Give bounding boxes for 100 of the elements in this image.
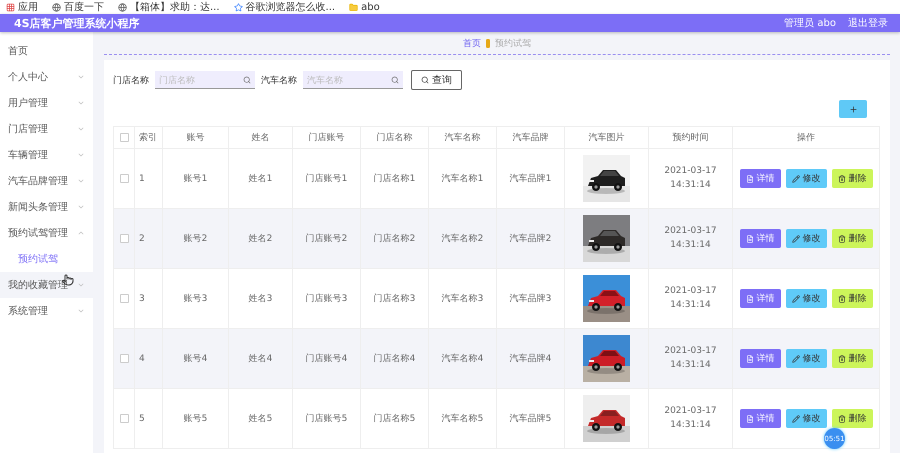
- search-icon: [391, 76, 399, 84]
- chevron-down-icon: [77, 151, 85, 159]
- column-header: 门店名称: [376, 133, 412, 143]
- table-cell: 汽车品牌5: [510, 414, 552, 424]
- table-cell: 门店账号5: [306, 414, 348, 424]
- bookmark[interactable]: abo: [349, 2, 380, 12]
- chevron-down-icon: [77, 99, 85, 107]
- column-header: 操作: [797, 133, 815, 143]
- table-cell: 姓名1: [248, 174, 272, 184]
- sidebar-item[interactable]: 个人中心: [0, 64, 93, 90]
- table-cell: 汽车名称1: [442, 174, 484, 184]
- table-cell: 汽车名称5: [442, 414, 484, 424]
- table-cell: 姓名5: [248, 414, 272, 424]
- chevron-down-icon: [77, 281, 85, 289]
- table-cell: 4: [139, 354, 145, 364]
- table-cell: 5: [139, 414, 145, 424]
- sidebar-item[interactable]: 车辆管理: [0, 142, 93, 168]
- table-cell: 姓名2: [248, 234, 272, 244]
- sidebar-item[interactable]: 系统管理: [0, 298, 93, 324]
- separator-icon: [485, 38, 491, 48]
- sidebar-item[interactable]: 预约试驾管理: [0, 220, 93, 246]
- column-header: 汽车品牌: [512, 133, 548, 143]
- table-cell: 2021-03-17 14:31:14: [664, 346, 717, 370]
- table-cell: 汽车品牌4: [510, 354, 552, 364]
- table-cell: 2: [139, 234, 145, 244]
- delete-button[interactable]: 删除: [832, 409, 872, 428]
- delete-button[interactable]: 删除: [832, 229, 872, 248]
- table-cell: 门店账号4: [306, 354, 348, 364]
- column-header: 姓名: [252, 133, 270, 143]
- breadcrumb-link[interactable]: 首页: [463, 36, 481, 50]
- search-field[interactable]: 门店名称: [155, 71, 255, 89]
- table-cell: 账号4: [184, 354, 208, 364]
- edit-button[interactable]: 修改: [786, 349, 826, 368]
- bookmark[interactable]: 谷歌浏览器怎么收...: [234, 0, 336, 14]
- chevron-down-icon: [77, 177, 85, 185]
- edit-button[interactable]: 修改: [786, 169, 826, 188]
- apps-icon: [6, 2, 15, 12]
- chevron-down-icon: [77, 203, 85, 211]
- search-button[interactable]: 查询: [411, 70, 462, 90]
- column-header: 汽车名称: [444, 133, 480, 143]
- pencil-icon: [792, 354, 800, 362]
- sidebar-subitem[interactable]: 预约试驾: [0, 246, 93, 272]
- table-cell: 账号2: [184, 234, 208, 244]
- bookmark[interactable]: 【箱体】求助：达...: [118, 0, 220, 14]
- delete-button[interactable]: 删除: [832, 169, 872, 188]
- checkbox[interactable]: [120, 174, 128, 183]
- details-button[interactable]: 详情: [740, 169, 780, 188]
- edit-button[interactable]: 修改: [786, 289, 826, 308]
- details-button[interactable]: 详情: [740, 289, 780, 308]
- column-header: 门店账号: [308, 133, 344, 143]
- chevron-up-icon: [77, 229, 85, 237]
- column-header: 汽车图片: [588, 133, 624, 143]
- table-cell: 门店名称5: [374, 414, 416, 424]
- field-label: 门店名称: [113, 74, 149, 86]
- pencil-icon: [792, 174, 800, 182]
- bookmark[interactable]: 应用: [6, 0, 38, 14]
- app-title: 4S店客户管理系统小程序: [14, 16, 140, 30]
- column-header: 索引: [139, 133, 157, 143]
- delete-button[interactable]: 删除: [832, 349, 872, 368]
- checkbox[interactable]: [120, 234, 128, 243]
- user-label: 管理员 abo: [784, 17, 836, 30]
- edit-button[interactable]: 修改: [786, 229, 826, 248]
- table-cell: 2021-03-17 14:31:14: [664, 286, 717, 310]
- search-icon: [243, 76, 251, 84]
- sidebar-item[interactable]: 汽车品牌管理: [0, 168, 93, 194]
- pencil-icon: [792, 234, 800, 242]
- table-cell: 门店账号2: [306, 234, 348, 244]
- table-cell: 汽车品牌3: [510, 294, 552, 304]
- sidebar-item[interactable]: 门店管理: [0, 116, 93, 142]
- sidebar-item[interactable]: 首页: [0, 38, 93, 64]
- checkbox[interactable]: [120, 354, 128, 363]
- chevron-down-icon: [77, 307, 85, 315]
- table-cell: 汽车名称3: [442, 294, 484, 304]
- pencil-icon: [792, 294, 800, 302]
- logout-link[interactable]: 退出登录: [848, 16, 888, 30]
- add-button[interactable]: [839, 100, 867, 118]
- pencil-icon: [792, 414, 800, 422]
- sidebar-item[interactable]: 用户管理: [0, 90, 93, 116]
- search-field[interactable]: 汽车名称: [303, 71, 403, 89]
- details-button[interactable]: 详情: [740, 349, 780, 368]
- edit-button[interactable]: 修改: [786, 409, 826, 428]
- delete-button[interactable]: 删除: [832, 289, 872, 308]
- table-cell: 姓名3: [248, 294, 272, 304]
- sidebar-item[interactable]: 新闻头条管理: [0, 194, 93, 220]
- table-cell: 门店名称1: [374, 174, 416, 184]
- table-cell: 账号1: [184, 174, 208, 184]
- checkbox[interactable]: [120, 414, 128, 423]
- table-cell: 2021-03-17 14:31:14: [664, 166, 717, 190]
- chevron-down-icon: [77, 125, 85, 133]
- table-cell: 3: [139, 294, 145, 304]
- column-header: 预约时间: [672, 133, 708, 143]
- checkbox[interactable]: [120, 294, 128, 303]
- document-icon: [746, 294, 754, 302]
- document-icon: [746, 414, 754, 422]
- details-button[interactable]: 详情: [740, 229, 780, 248]
- globe-icon: [118, 2, 127, 12]
- bookmark[interactable]: 百度一下: [52, 0, 104, 14]
- document-icon: [746, 174, 754, 182]
- checkbox[interactable]: [120, 132, 128, 142]
- details-button[interactable]: 详情: [740, 409, 780, 428]
